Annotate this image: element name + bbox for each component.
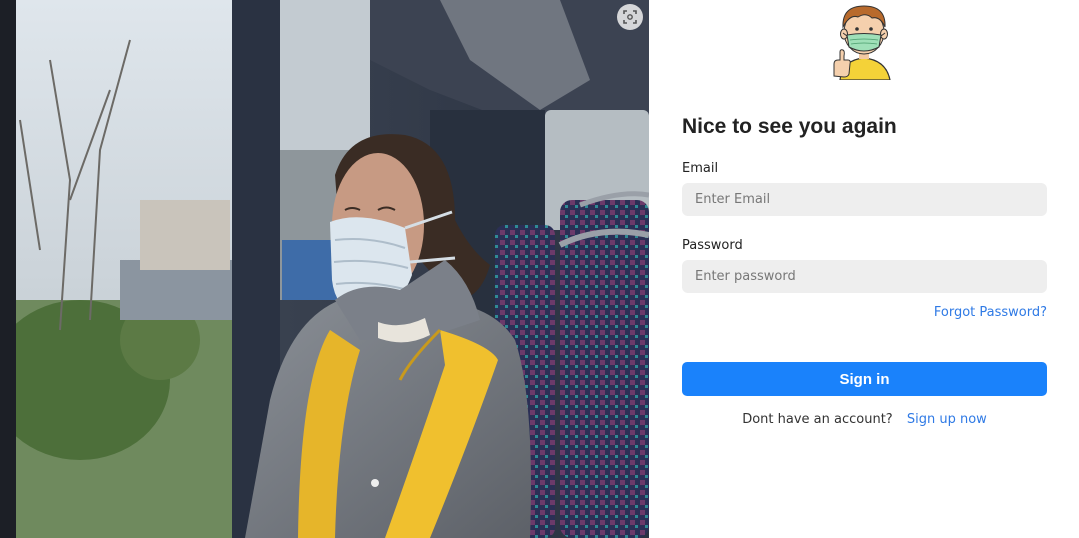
masked-boy-thumbs-up-icon xyxy=(833,5,891,80)
login-form-panel: Nice to see you again Email Password For… xyxy=(649,0,1079,538)
hero-photo-illustration xyxy=(0,0,649,538)
lens-scan-button[interactable] xyxy=(617,4,643,30)
email-label: Email xyxy=(682,161,719,176)
sign-up-link[interactable]: Sign up now xyxy=(907,412,987,427)
signup-prompt: Dont have an account? Sign up now xyxy=(682,412,1047,427)
login-page: Nice to see you again Email Password For… xyxy=(0,0,1079,538)
page-title: Nice to see you again xyxy=(682,115,897,138)
email-field[interactable] xyxy=(682,183,1047,216)
sign-in-button[interactable]: Sign in xyxy=(682,362,1047,396)
password-label: Password xyxy=(682,238,743,253)
lens-scan-icon xyxy=(623,10,637,24)
forgot-password-link[interactable]: Forgot Password? xyxy=(934,305,1047,320)
no-account-text: Dont have an account? xyxy=(742,412,893,427)
hero-photo xyxy=(0,0,649,538)
password-field[interactable] xyxy=(682,260,1047,293)
